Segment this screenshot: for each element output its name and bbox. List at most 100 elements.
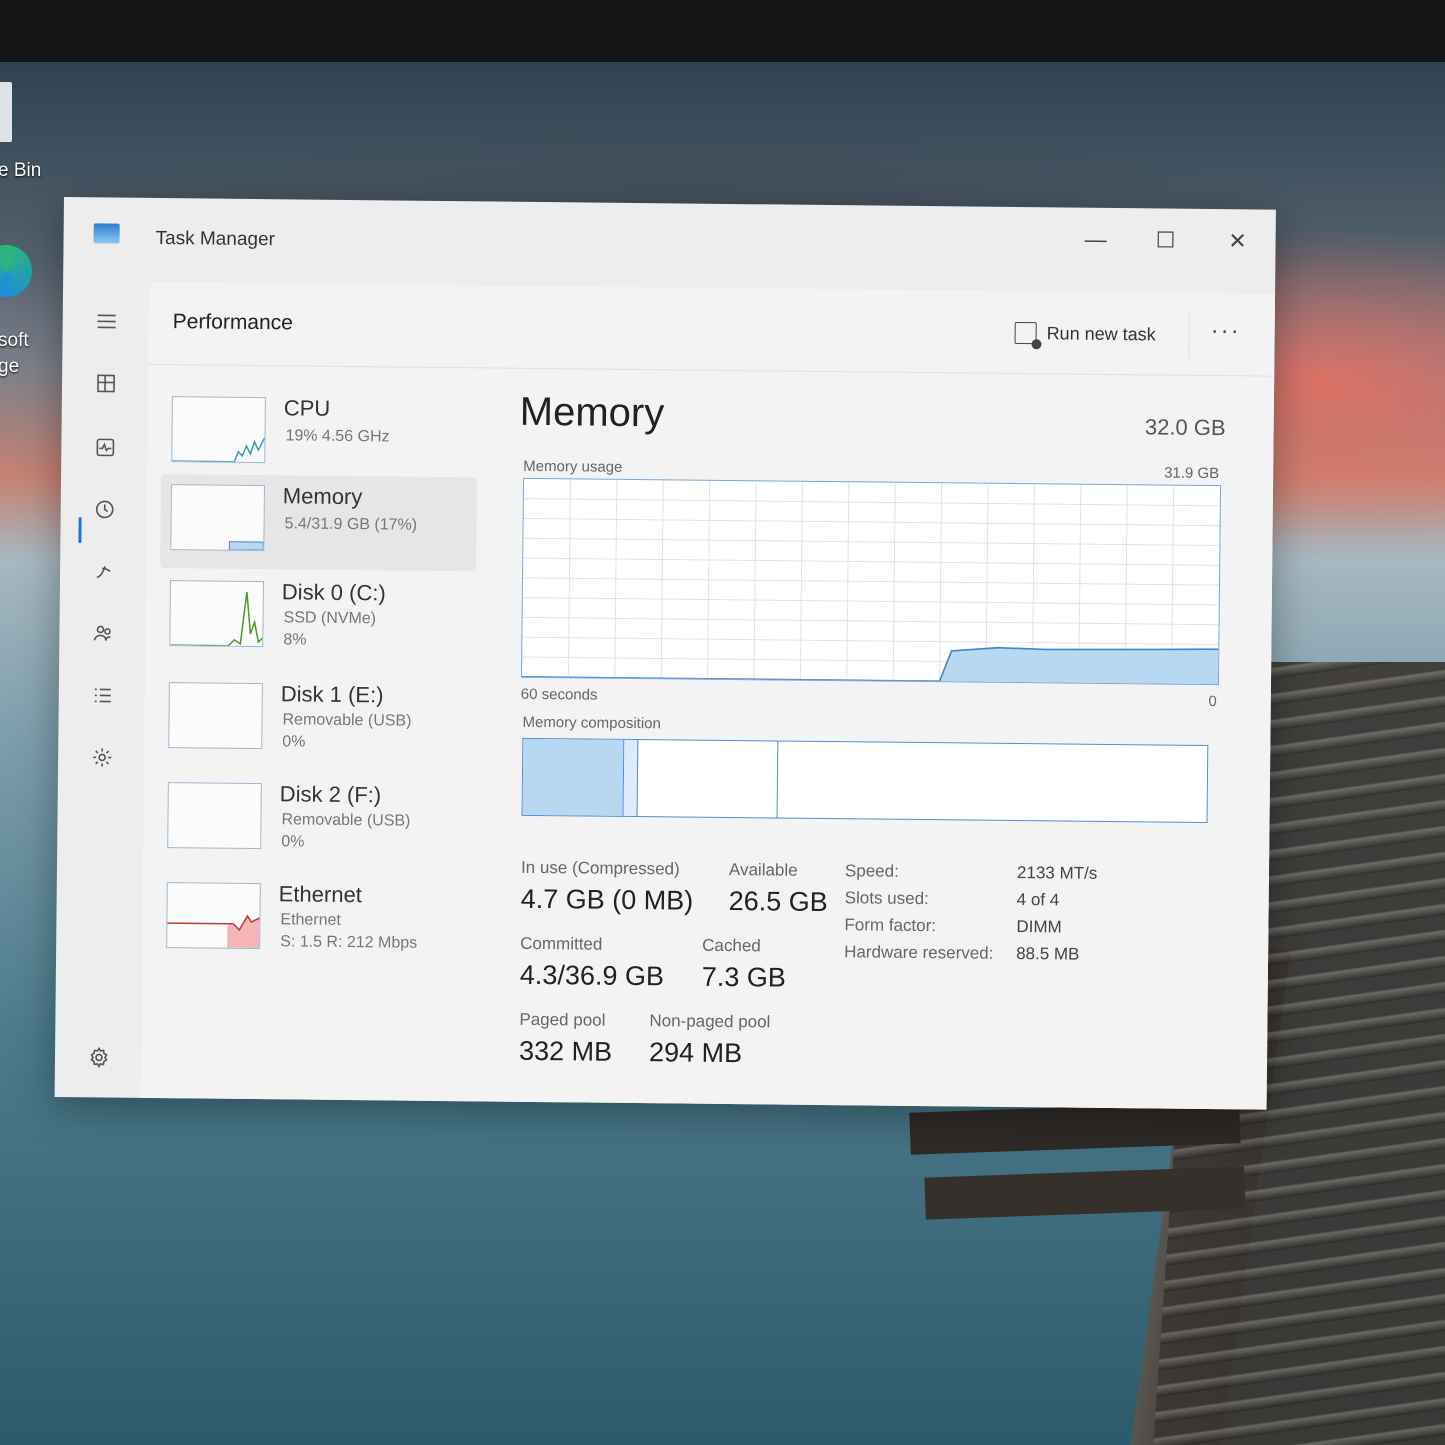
memory-detail-panel: Memory 32.0 GB Memory usage 31.9 GB 60 s… [513, 368, 1241, 1109]
device-type: Removable (USB) [282, 711, 412, 730]
task-manager-window: Task Manager — ☐ ✕ Performance Run new t… [54, 197, 1276, 1110]
device-type: Ethernet [280, 911, 342, 929]
processes-icon[interactable] [84, 363, 128, 403]
run-new-task-button[interactable]: Run new task [1014, 317, 1156, 350]
memory-usage-label: Memory usage [523, 457, 623, 476]
title-bar[interactable]: Task Manager — ☐ ✕ [63, 197, 1276, 294]
grid-line-horizontal [523, 577, 1220, 586]
cpu-graph-line [172, 437, 266, 463]
app-history-icon[interactable] [83, 489, 127, 529]
disk0-mini-graph [170, 591, 263, 647]
device-list: CPU 19% 4.56 GHz Memory 5.4/31.9 GB (17%… [141, 364, 479, 1101]
cached-value: 7.3 GB [701, 961, 787, 993]
committed-value: 4.3/36.9 GB [519, 959, 665, 992]
paged-pool-label: Paged pool [519, 1009, 606, 1030]
non-paged-pool-value: 294 MB [648, 1037, 743, 1069]
settings-icon[interactable] [77, 1037, 121, 1077]
composition-standby[interactable] [637, 740, 779, 818]
task-manager-app-icon [93, 223, 120, 244]
hamburger-icon[interactable] [84, 301, 128, 341]
device-item-cpu[interactable]: CPU 19% 4.56 GHz [161, 386, 478, 483]
performance-icon[interactable] [83, 427, 127, 467]
maximize-button[interactable]: ☐ [1137, 220, 1193, 261]
device-name: Ethernet [278, 881, 363, 908]
ethernet-thumbnail [166, 882, 261, 950]
run-new-task-label: Run new task [1046, 322, 1156, 344]
disk2-thumbnail [167, 782, 262, 850]
device-name: Disk 0 (C:) [281, 579, 386, 606]
recycle-bin-icon[interactable] [0, 82, 12, 142]
device-name: Disk 1 (E:) [280, 681, 384, 708]
device-usage: 8% [283, 631, 307, 649]
grid-line-horizontal [523, 498, 1220, 507]
header-divider [1188, 310, 1190, 359]
in-use-label: In use (Compressed) [520, 857, 680, 879]
memory-usage-max: 31.9 GB [1164, 464, 1220, 483]
device-type: SSD (NVMe) [283, 609, 377, 628]
run-task-icon [1014, 321, 1037, 345]
device-type: Removable (USB) [281, 811, 411, 830]
services-icon[interactable] [80, 737, 124, 777]
minimize-button[interactable]: — [1067, 220, 1123, 261]
grid-line-horizontal [523, 537, 1220, 547]
memory-usage-chart [522, 479, 1220, 685]
cpu-mini-graph [172, 437, 266, 463]
device-item-disk-2[interactable]: Disk 2 (F:) Removable (USB) 0% [157, 772, 474, 869]
memory-total: 32.0 GB [1144, 414, 1226, 441]
spec-form-factor-value: DIMM [1016, 917, 1062, 937]
spec-speed-label: Speed: [844, 861, 899, 881]
spec-speed-value: 2133 MT/s [1016, 863, 1098, 883]
cached-label: Cached [702, 935, 761, 956]
edge-label-line2: ge [0, 356, 20, 377]
spec-hw-reserved-label: Hardware reserved: [844, 942, 994, 963]
memory-mini-fill [228, 541, 264, 551]
non-paged-pool-label: Non-paged pool [649, 1011, 771, 1032]
grid-line-horizontal [522, 636, 1219, 646]
recycle-bin-label: e Bin [0, 160, 42, 181]
composition-free[interactable] [778, 742, 1208, 822]
in-use-value: 4.7 GB (0 MB) [520, 883, 694, 916]
graph-axis-left: 60 seconds [520, 685, 598, 704]
more-options-button[interactable]: ··· [1211, 317, 1241, 345]
page-title: Performance [172, 310, 294, 335]
available-label: Available [728, 860, 798, 880]
device-item-ethernet[interactable]: Ethernet Ethernet S: 1.5 R: 212 Mbps [156, 872, 473, 969]
device-item-memory[interactable]: Memory 5.4/31.9 GB (17%) [160, 474, 478, 572]
memory-heading: Memory [519, 389, 665, 436]
spec-slots-value: 4 of 4 [1016, 890, 1060, 910]
device-name: Memory [282, 483, 363, 510]
paged-pool-value: 332 MB [518, 1035, 613, 1067]
ethernet-mini-graph [167, 914, 260, 949]
memory-usage-graph [520, 477, 1222, 686]
device-detail: 5.4/31.9 GB (17%) [284, 515, 418, 534]
spec-form-factor-label: Form factor: [844, 915, 937, 936]
cpu-thumbnail [171, 396, 266, 464]
available-value: 26.5 GB [728, 885, 828, 918]
grid-line-horizontal [523, 557, 1220, 566]
device-item-disk-0[interactable]: Disk 0 (C:) SSD (NVMe) 8% [159, 570, 476, 667]
device-usage: 0% [282, 733, 306, 751]
composition-modified[interactable] [623, 739, 639, 817]
device-usage: 0% [281, 833, 305, 851]
grid-line-horizontal [522, 616, 1219, 626]
monitor-bezel [0, 0, 1445, 62]
device-name: Disk 2 (F:) [279, 781, 382, 808]
disk0-graph-line [170, 591, 263, 647]
committed-label: Committed [520, 933, 603, 954]
memory-composition-bar[interactable] [521, 737, 1209, 824]
page-header: Performance Run new task ··· [148, 281, 1276, 377]
spec-slots-label: Slots used: [844, 888, 929, 909]
nav-rail [55, 281, 150, 1098]
graph-axis-right: 0 [1208, 693, 1217, 711]
window-title: Task Manager [155, 227, 276, 251]
users-icon[interactable] [81, 613, 125, 653]
memory-composition-label: Memory composition [522, 713, 661, 733]
grid-line-horizontal [523, 517, 1220, 527]
close-button[interactable]: ✕ [1209, 221, 1265, 262]
startup-apps-icon[interactable] [82, 551, 126, 591]
composition-in-use[interactable] [522, 738, 625, 816]
device-name: CPU [283, 395, 331, 421]
details-icon[interactable] [81, 675, 125, 715]
memory-thumbnail [170, 484, 265, 552]
device-item-disk-1[interactable]: Disk 1 (E:) Removable (USB) 0% [158, 672, 475, 769]
